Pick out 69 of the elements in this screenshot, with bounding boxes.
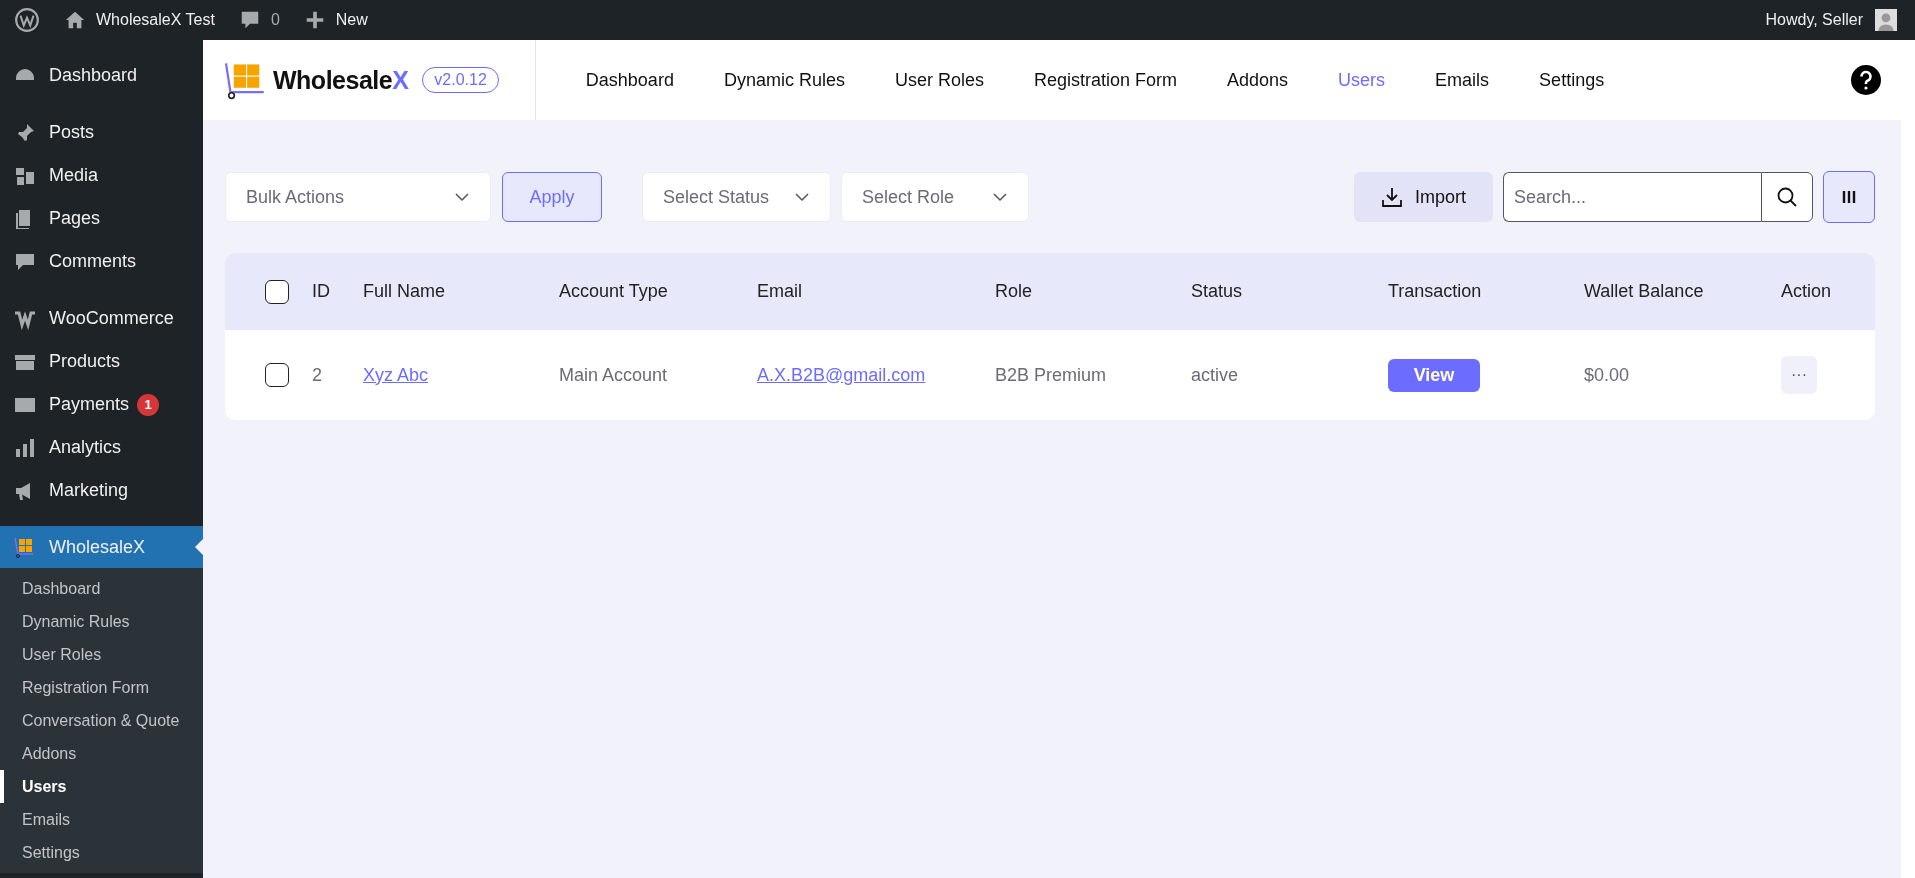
column-header: Transaction [1388,281,1483,302]
search-button[interactable] [1761,172,1813,222]
column-header: Full Name [363,281,447,302]
search-icon [1776,186,1798,208]
columns-button[interactable] [1823,171,1875,223]
sidebar-item[interactable]: Posts [0,111,203,154]
comments-count[interactable]: 0 [270,11,280,29]
table-cell-text: active [1191,364,1240,386]
submenu-item[interactable]: Emails [0,803,203,836]
search-field[interactable]: Search... [1503,172,1761,222]
help-icon[interactable] [1851,65,1881,95]
import-button[interactable]: Import [1354,172,1493,222]
sidebar-item[interactable]: Dashboard [0,54,203,97]
view-button[interactable]: View [1388,358,1480,392]
table-cell-text: B2B Premium [995,364,1108,386]
site-title-link[interactable]: WholesaleX Test [96,11,215,29]
table-cell-text: Main Account [559,364,669,386]
sidebar-item[interactable]: Marketing [0,469,203,512]
submenu-item[interactable]: Dashboard [0,572,203,605]
email-link[interactable]: A.X.B2B@gmail.com [757,364,926,385]
column-header: Status [1191,281,1244,302]
wordpress-logo-icon[interactable] [14,7,40,33]
sidebar-item[interactable]: WooCommerce [0,297,203,340]
sidebar-item[interactable]: Pages [0,197,203,240]
nav-tab[interactable]: Users [1338,69,1386,91]
nav-tab[interactable]: Addons [1227,69,1289,91]
submenu-item[interactable]: Addons [0,737,203,770]
nav-tab[interactable]: Settings [1539,69,1605,91]
download-icon [1381,186,1403,208]
submenu-item[interactable]: User Roles [0,638,203,671]
column-header: Account Type [559,281,669,302]
column-header: Role [995,281,1034,302]
bulk-actions-select[interactable]: Bulk Actions [225,172,491,222]
submenu-item[interactable]: Registration Form [0,671,203,704]
sidebar-item[interactable]: Products [0,340,203,383]
submenu-item[interactable]: Settings [0,836,203,869]
nav-tab[interactable]: Emails [1435,69,1490,91]
nav-tab[interactable]: Registration Form [1033,69,1177,91]
chevron-down-icon [794,192,810,202]
sidebar-item[interactable]: Comments [0,240,203,283]
column-header: Wallet Balance [1584,281,1705,302]
brand-name: WholesaleX [273,65,409,95]
sidebar-item[interactable]: Payments 1 [0,383,203,426]
chevron-down-icon [992,192,1008,202]
table-cell-text: 2 [312,364,323,386]
home-icon [64,9,86,31]
new-link[interactable]: New [335,11,368,29]
submenu-item[interactable]: Conversation & Quote [0,704,203,737]
column-header: ID [312,281,331,302]
greeting-link[interactable]: Howdy, Seller [1765,11,1863,29]
nav-tab[interactable]: User Roles [894,69,984,91]
more-actions-button[interactable]: ··· [1781,356,1817,394]
sidebar-item[interactable]: Analytics [0,426,203,469]
column-header: Email [757,281,803,302]
table-cell-text: $0.00 [1584,364,1631,386]
nav-tab[interactable]: Dashboard [585,69,674,91]
nav-tab[interactable]: Dynamic Rules [723,69,845,91]
select-all-checkbox[interactable] [265,279,289,304]
user-name-link[interactable]: Xyz Abc [363,364,429,385]
columns-icon [1841,189,1857,205]
sidebar-item[interactable]: Media [0,154,203,197]
notification-badge: 1 [137,393,160,416]
column-header: Action [1781,281,1833,302]
sidebar-item[interactable]: WholesaleX [0,526,203,568]
status-select[interactable]: Select Status [642,172,831,222]
chevron-down-icon [454,192,470,202]
role-select[interactable]: Select Role [841,172,1029,222]
row-checkbox[interactable] [265,363,289,387]
submenu-item[interactable]: Dynamic Rules [0,605,203,638]
